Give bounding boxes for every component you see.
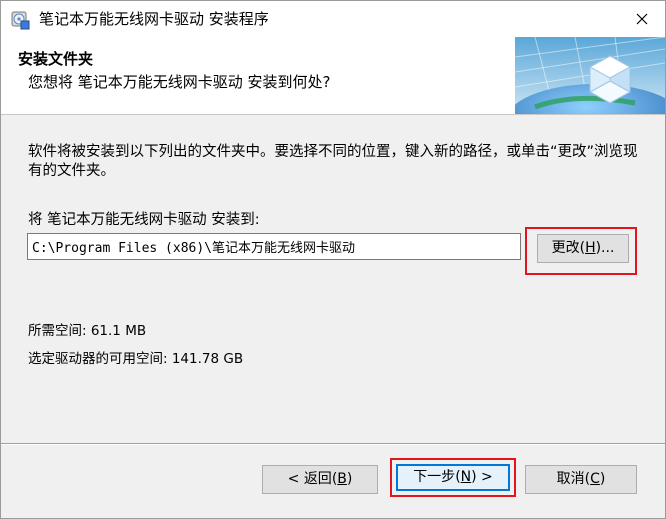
footer-divider [1, 443, 665, 445]
page-title: 安装文件夹 [18, 50, 94, 68]
window-title: 笔记本万能无线网卡驱动 安装程序 [39, 10, 269, 28]
back-button-key: B [337, 471, 347, 487]
install-description: 软件将被安装到以下列出的文件夹中。要选择不同的位置，键入新的路径，或单击“更改”… [28, 144, 638, 179]
change-button-highlight: 更改(H)... [525, 227, 637, 275]
change-button[interactable]: 更改(H)... [537, 234, 629, 263]
next-button-key: N [460, 469, 472, 485]
cancel-button-key: C [590, 471, 600, 487]
install-folder-label: 将 笔记本万能无线网卡驱动 安装到: [28, 212, 260, 228]
close-icon [636, 10, 648, 29]
globe-cube-graphic [515, 37, 665, 114]
space-required: 所需空间: 61.1 MB [28, 323, 147, 339]
back-button-label: 返回 [303, 471, 332, 487]
cancel-button-label: 取消 [556, 471, 585, 487]
back-button[interactable]: < 返回(B) [262, 465, 378, 494]
next-button[interactable]: 下一步(N) > [396, 464, 510, 491]
space-available: 选定驱动器的可用空间: 141.78 GB [28, 351, 244, 367]
installer-cd-icon [10, 10, 30, 30]
close-button[interactable] [619, 1, 665, 37]
page-subtitle: 您想将 笔记本万能无线网卡驱动 安装到何处? [28, 73, 331, 91]
title-bar: 笔记本万能无线网卡驱动 安装程序 [1, 1, 665, 37]
page-header: 安装文件夹 您想将 笔记本万能无线网卡驱动 安装到何处? [1, 37, 665, 115]
change-button-key: H [585, 240, 596, 256]
change-button-label: 更改 [551, 240, 580, 256]
install-path-input[interactable] [27, 233, 521, 260]
installer-window: 笔记本万能无线网卡驱动 安装程序 安装文件夹 您想将 笔记本万能无线网卡驱动 安… [0, 0, 666, 519]
cancel-button[interactable]: 取消(C) [525, 465, 637, 494]
next-button-highlight: 下一步(N) > [390, 458, 516, 497]
next-button-label: 下一步 [413, 469, 456, 485]
